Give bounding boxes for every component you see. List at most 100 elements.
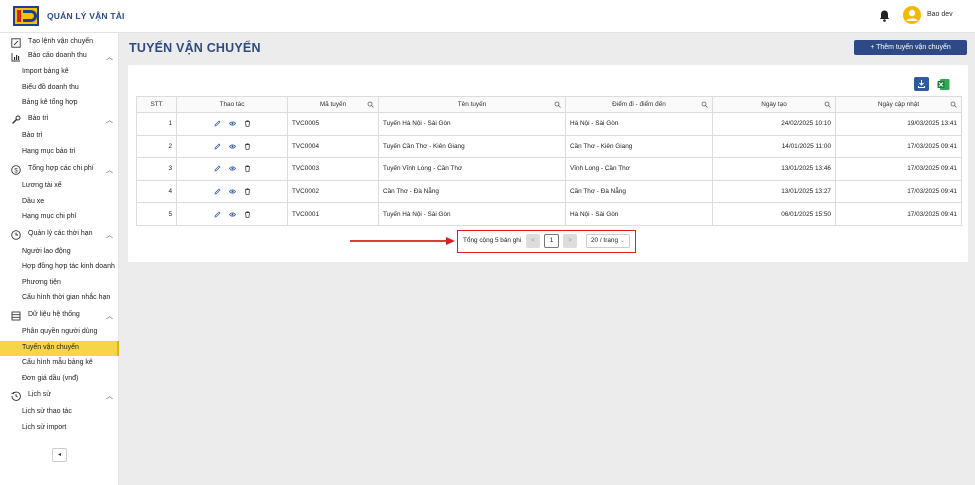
search-icon[interactable] — [367, 101, 374, 108]
company-logo[interactable] — [13, 6, 39, 26]
sidebar-item-workers[interactable]: Người lao động — [0, 245, 119, 260]
cell-actions — [176, 179, 288, 204]
cell-updated: 17/03/2025 09:41 — [835, 157, 962, 181]
column-header-route[interactable]: Điểm đi - điểm đến — [565, 96, 713, 113]
sidebar-item-driver-salary[interactable]: Lương tài xế — [0, 179, 119, 194]
edit-icon[interactable] — [214, 120, 221, 127]
sidebar: Tạo lệnh vận chuyển Báo cáo doanh thu ︿ … — [0, 33, 119, 485]
cell-stt: 3 — [136, 157, 177, 181]
edit-icon[interactable] — [214, 211, 221, 218]
column-header-name[interactable]: Tên tuyến — [378, 96, 566, 113]
eye-icon[interactable] — [228, 120, 236, 127]
sidebar-item-permissions[interactable]: Phân quyền người dùng — [0, 325, 119, 340]
sidebar-group-deadlines[interactable]: Quản lý các thời hạn ︿ — [0, 227, 119, 243]
delete-icon[interactable] — [244, 120, 251, 127]
eye-icon[interactable] — [228, 143, 236, 150]
sidebar-item-reminder-config[interactable]: Cấu hình thời gian nhắc hạn — [0, 291, 119, 306]
page-title: TUYẾN VẬN CHUYỂN — [129, 41, 261, 55]
sidebar-item-maintenance[interactable]: Bảo trì — [0, 129, 119, 144]
search-icon[interactable] — [824, 101, 831, 108]
sidebar-group-revenue[interactable]: Báo cáo doanh thu ︿ — [0, 49, 119, 65]
chart-icon — [11, 53, 20, 62]
sidebar-group-label: Bảo trì — [28, 115, 49, 122]
sidebar-item-vehicles[interactable]: Phương tiện — [0, 276, 119, 291]
avatar[interactable] — [903, 6, 921, 24]
edit-icon[interactable] — [214, 143, 221, 150]
sidebar-group-label: Tổng hợp các chi phí — [28, 165, 94, 172]
table-row[interactable]: 5 TVC0001 Tuyến Hà Nội - Sài Gòn Hà Nội … — [136, 202, 962, 226]
table-row[interactable]: 3 TVC0003 Tuyến Vĩnh Long - Cần Thơ Vĩnh… — [136, 157, 962, 181]
column-header-label: Điểm đi - điểm đến — [612, 101, 666, 108]
pagination-page-1[interactable]: 1 — [544, 234, 559, 248]
column-header-updated[interactable]: Ngày cập nhật — [835, 96, 962, 113]
chevron-up-icon: ︿ — [106, 167, 113, 174]
page-size-select[interactable]: 20 / trang ⌄ — [586, 234, 630, 248]
user-name[interactable]: Bao dev — [927, 11, 953, 18]
sidebar-group-history[interactable]: Lịch sử ︿ — [0, 388, 119, 404]
sidebar-item-label: Lịch sử thao tác — [22, 408, 72, 415]
sidebar-item-maintenance-category[interactable]: Hạng mục bảo trì — [0, 145, 119, 160]
cell-code: TVC0002 — [287, 179, 379, 204]
delete-icon[interactable] — [244, 143, 251, 150]
cell-actions — [176, 157, 288, 181]
sidebar-group-system-data[interactable]: Dữ liệu hệ thống ︿ — [0, 308, 119, 324]
sidebar-item-label: Hạng mục bảo trì — [22, 148, 76, 155]
search-icon[interactable] — [554, 101, 561, 108]
chevron-up-icon: ︿ — [106, 117, 113, 124]
column-header-created[interactable]: Ngày tạo — [712, 96, 836, 113]
delete-icon[interactable] — [244, 165, 251, 173]
sidebar-item-fuel-price[interactable]: Đơn giá dầu (vnđ) — [0, 372, 119, 387]
pagination-prev-button[interactable]: < — [526, 234, 540, 248]
column-header-label: Ngày cập nhật — [877, 101, 920, 108]
delete-icon[interactable] — [244, 188, 251, 195]
sidebar-item-label: Phương tiện — [22, 279, 61, 286]
edit-icon[interactable] — [214, 165, 221, 172]
bell-icon[interactable] — [879, 10, 890, 22]
search-icon[interactable] — [701, 101, 708, 108]
search-icon[interactable] — [950, 101, 957, 108]
cell-name: Cần Thơ - Đà Nẵng — [378, 179, 566, 204]
sidebar-item-label: Bảo trì — [22, 132, 43, 139]
sidebar-group-costs[interactable]: $ Tổng hợp các chi phí ︿ — [0, 162, 119, 178]
sidebar-item-action-log[interactable]: Lịch sử thao tác — [0, 405, 119, 420]
cell-actions — [176, 202, 288, 226]
sidebar-item-routes[interactable]: Tuyến vận chuyển — [0, 341, 119, 356]
eye-icon[interactable] — [228, 211, 236, 218]
sidebar-item-template-config[interactable]: Cấu hình mẫu bảng kê — [0, 356, 119, 371]
annotation-arrow — [350, 237, 455, 245]
sidebar-item-summary[interactable]: Bảng kê tổng hợp — [0, 96, 119, 111]
pagination-next-button[interactable]: > — [563, 234, 577, 248]
edit-box-icon — [11, 38, 21, 48]
sidebar-item-fuel[interactable]: Dầu xe — [0, 195, 119, 210]
delete-icon[interactable] — [244, 211, 251, 218]
sidebar-item-import[interactable]: Import bảng kê — [0, 65, 119, 80]
dollar-icon: $ — [11, 165, 21, 175]
sidebar-group-maintenance[interactable]: Bảo trì ︿ — [0, 112, 119, 128]
cell-name: Tuyến Hà Nội - Sài Gòn — [378, 202, 566, 226]
sidebar-item-contracts[interactable]: Hợp đồng hợp tác kinh doanh — [0, 260, 119, 275]
sidebar-collapse-button[interactable]: ◂ — [52, 448, 67, 462]
cell-updated: 17/03/2025 09:41 — [835, 202, 962, 226]
table-row[interactable]: 4 TVC0002 Cần Thơ - Đà Nẵng Cần Thơ - Đà… — [136, 179, 962, 204]
edit-icon[interactable] — [214, 188, 221, 195]
sidebar-item-cost-category[interactable]: Hạng mục chi phí — [0, 210, 119, 225]
table-row[interactable]: 1 TVC0005 Tuyến Hà Nội - Sài Gòn Hà Nội … — [136, 112, 962, 136]
sidebar-item-revenue-chart[interactable]: Biểu đồ doanh thu — [0, 81, 119, 96]
sidebar-item-import-log[interactable]: Lịch sử import — [0, 421, 119, 436]
table-row[interactable]: 2 TVC0004 Tuyến Cần Thơ - Kiên Giang Cần… — [136, 134, 962, 159]
download-icon — [918, 80, 925, 88]
cell-code: TVC0001 — [287, 202, 379, 226]
download-button[interactable] — [914, 77, 929, 91]
cell-name: Tuyến Vĩnh Long - Cần Thơ — [378, 157, 566, 181]
user-icon — [906, 9, 918, 21]
chevron-down-icon: ⌄ — [619, 238, 625, 244]
sidebar-item-label: Phân quyền người dùng — [22, 328, 98, 335]
column-header-code[interactable]: Mã tuyến — [287, 96, 379, 113]
cell-created: 13/01/2025 13:27 — [712, 179, 836, 204]
eye-icon[interactable] — [228, 188, 236, 195]
add-route-button[interactable]: + Thêm tuyến vận chuyển — [854, 40, 967, 55]
page-size-value: 20 / trang — [591, 237, 619, 244]
eye-icon[interactable] — [228, 165, 236, 172]
cell-route: Cần Thơ - Đà Nẵng — [565, 179, 713, 204]
excel-export-icon[interactable] — [937, 78, 950, 91]
